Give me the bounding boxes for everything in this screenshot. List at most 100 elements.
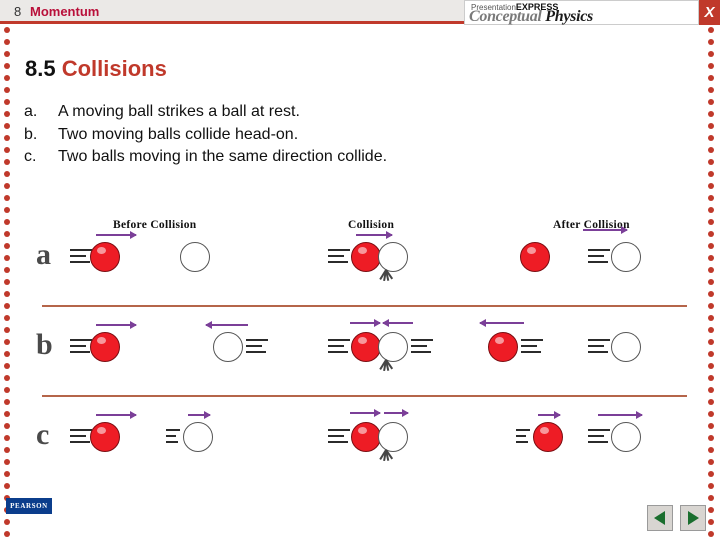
previous-slide-button[interactable]: [647, 505, 673, 531]
bullet-label: b.: [24, 125, 38, 143]
motion-streaks: [70, 429, 92, 447]
white-ball: [180, 242, 210, 272]
rail-dot: [4, 279, 10, 285]
left-dot-rail: [4, 27, 12, 540]
rail-dot: [4, 219, 10, 225]
row-divider: [42, 395, 687, 397]
rail-dot: [708, 399, 714, 405]
rail-dot: [708, 459, 714, 465]
rail-dot: [4, 135, 10, 141]
velocity-arrow-left: [382, 319, 413, 327]
rail-dot: [708, 423, 714, 429]
rail-dot: [708, 219, 714, 225]
rail-dot: [708, 135, 714, 141]
red-ball: [351, 422, 381, 452]
chevron-left-icon: [654, 511, 665, 525]
list-item: b. Two moving balls collide head-on.: [24, 124, 624, 147]
white-ball: [611, 332, 641, 362]
white-ball: [378, 422, 408, 452]
page-title: 8.5 Collisions: [25, 56, 167, 82]
rail-dot: [708, 519, 714, 525]
list-item: a. A moving ball strikes a ball at rest.: [24, 101, 624, 124]
collisions-diagram: Before Collision Collision After Collisi…: [28, 210, 693, 480]
close-icon[interactable]: X: [699, 0, 720, 25]
motion-streaks: [588, 429, 610, 447]
bullet-label: a.: [24, 103, 38, 120]
red-ball: [533, 422, 563, 452]
rail-dot: [708, 159, 714, 165]
rail-dot: [4, 387, 10, 393]
ball-highlight: [358, 247, 367, 254]
rail-dot: [708, 495, 714, 501]
rail-dot: [4, 303, 10, 309]
rail-dot: [708, 291, 714, 297]
impact-burst: [369, 359, 403, 380]
velocity-arrow-right: [96, 231, 137, 239]
logo-wordmark: Conceptual Physics: [469, 8, 593, 26]
ball-highlight: [495, 337, 504, 344]
ball-highlight: [358, 337, 367, 344]
rail-dot: [4, 171, 10, 177]
velocity-arrow-right: [583, 226, 628, 234]
logo-conceptual: Conceptual: [469, 8, 542, 25]
right-dot-rail: [708, 27, 716, 540]
white-ball: [183, 422, 213, 452]
rail-dot: [708, 447, 714, 453]
velocity-arrow-right: [350, 319, 381, 327]
rail-dot: [4, 195, 10, 201]
rail-dot: [4, 531, 10, 537]
bullet-text: Two moving balls collide head-on.: [58, 125, 299, 143]
rail-dot: [708, 123, 714, 129]
bullet-list: a. A moving ball strikes a ball at rest.…: [24, 101, 624, 169]
rail-dot: [4, 147, 10, 153]
rail-dot: [4, 39, 10, 45]
velocity-arrow-right: [188, 411, 211, 419]
rail-dot: [708, 207, 714, 213]
motion-streaks: [70, 339, 92, 357]
motion-streaks: [411, 339, 433, 357]
rail-dot: [708, 387, 714, 393]
row-label-c: c: [36, 418, 50, 451]
rail-dot: [708, 99, 714, 105]
rail-dot: [708, 231, 714, 237]
rail-dot: [4, 243, 10, 249]
rail-dot: [4, 159, 10, 165]
slide-number: 8.5: [25, 56, 56, 81]
ball-highlight: [97, 247, 106, 254]
red-ball: [90, 422, 120, 452]
rail-dot: [4, 267, 10, 273]
bullet-text: Two balls moving in the same direction c…: [58, 148, 388, 165]
motion-streaks: [328, 339, 350, 357]
ball-highlight: [97, 427, 106, 434]
red-ball: [90, 332, 120, 362]
motion-streaks: [588, 339, 610, 357]
white-ball: [611, 422, 641, 452]
rail-dot: [708, 339, 714, 345]
rail-dot: [4, 291, 10, 297]
ball-highlight: [97, 337, 106, 344]
rail-dot: [708, 147, 714, 153]
rail-dot: [4, 231, 10, 237]
rail-dot: [708, 471, 714, 477]
red-ball: [488, 332, 518, 362]
velocity-arrow-right: [384, 409, 409, 417]
white-ball: [378, 332, 408, 362]
rail-dot: [4, 99, 10, 105]
rail-dot: [4, 255, 10, 261]
rail-dot: [4, 411, 10, 417]
rail-dot: [4, 75, 10, 81]
white-ball: [611, 242, 641, 272]
rail-dot: [708, 375, 714, 381]
impact-burst: [369, 449, 403, 470]
ball-highlight: [540, 427, 549, 434]
velocity-arrow-right: [356, 231, 393, 239]
column-heading-before: Before Collision: [113, 219, 197, 231]
motion-streaks: [588, 249, 610, 267]
next-slide-button[interactable]: [680, 505, 706, 531]
rail-dot: [4, 519, 10, 525]
motion-streaks: [521, 339, 543, 357]
rail-dot: [4, 435, 10, 441]
rail-dot: [708, 531, 714, 537]
white-ball: [213, 332, 243, 362]
velocity-arrow-right: [598, 411, 643, 419]
